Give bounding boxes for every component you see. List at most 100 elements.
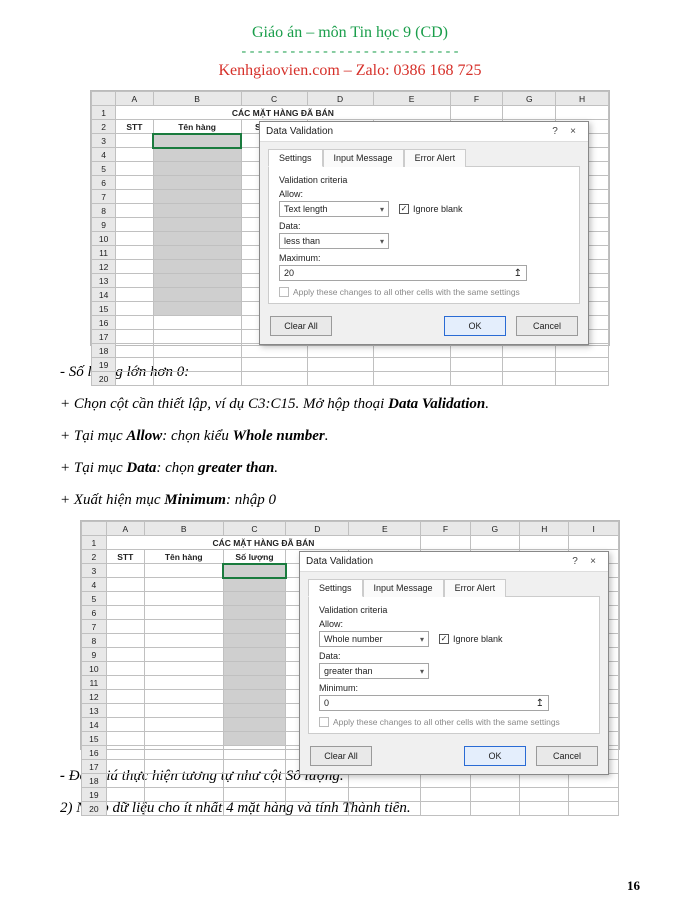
col-header[interactable]: C xyxy=(223,522,286,536)
cell-selected[interactable] xyxy=(153,260,241,274)
cell-selected[interactable] xyxy=(153,302,241,316)
col-header[interactable]: A xyxy=(116,92,153,106)
cell[interactable] xyxy=(106,788,144,802)
cell[interactable] xyxy=(153,330,241,344)
row-header[interactable]: 18 xyxy=(82,774,107,788)
cell-selected[interactable] xyxy=(223,620,286,634)
cell[interactable] xyxy=(450,372,503,386)
cell-selected[interactable] xyxy=(223,606,286,620)
cancel-button[interactable]: Cancel xyxy=(516,316,578,336)
cell[interactable] xyxy=(144,802,223,816)
cell[interactable] xyxy=(520,536,569,550)
row-header[interactable]: 19 xyxy=(92,358,116,372)
row-header[interactable]: 10 xyxy=(82,662,107,676)
col-header[interactable]: B xyxy=(144,522,223,536)
row-header[interactable]: 17 xyxy=(82,760,107,774)
cell[interactable] xyxy=(307,358,373,372)
cell[interactable] xyxy=(106,592,144,606)
row-header[interactable]: 6 xyxy=(92,176,116,190)
cell[interactable] xyxy=(556,372,609,386)
ok-button[interactable]: OK xyxy=(444,316,506,336)
row-header[interactable]: 16 xyxy=(82,746,107,760)
cell[interactable] xyxy=(153,372,241,386)
cell[interactable] xyxy=(106,760,144,774)
maximum-input[interactable]: 20 ↥ xyxy=(279,265,527,281)
close-button[interactable]: × xyxy=(584,556,602,567)
col-header[interactable]: C xyxy=(241,92,307,106)
row-header[interactable]: 20 xyxy=(82,802,107,816)
row-header[interactable]: 17 xyxy=(92,330,116,344)
cell[interactable] xyxy=(144,620,223,634)
row-header[interactable]: 13 xyxy=(82,704,107,718)
help-button[interactable]: ? xyxy=(566,556,584,567)
cell-selected[interactable] xyxy=(153,274,241,288)
cell[interactable] xyxy=(144,578,223,592)
cell[interactable] xyxy=(503,344,556,358)
row-header[interactable]: 18 xyxy=(92,344,116,358)
cell-selected[interactable] xyxy=(153,288,241,302)
cell[interactable] xyxy=(223,788,286,802)
col-header[interactable]: H xyxy=(556,92,609,106)
cell[interactable] xyxy=(569,788,619,802)
cell[interactable] xyxy=(286,774,349,788)
col-header[interactable]: D xyxy=(307,92,373,106)
cell[interactable] xyxy=(116,358,153,372)
cell-selected[interactable] xyxy=(223,662,286,676)
cell[interactable] xyxy=(470,802,519,816)
cell[interactable] xyxy=(153,316,241,330)
cell[interactable] xyxy=(223,760,286,774)
tab-error-alert[interactable]: Error Alert xyxy=(444,579,507,597)
cell[interactable] xyxy=(144,662,223,676)
cell-selected[interactable] xyxy=(153,246,241,260)
cell-header[interactable]: STT xyxy=(116,120,153,134)
close-button[interactable]: × xyxy=(564,126,582,137)
cell[interactable] xyxy=(470,788,519,802)
cell-header[interactable]: Tên hàng xyxy=(144,550,223,564)
cell[interactable] xyxy=(116,274,153,288)
cell[interactable] xyxy=(153,344,241,358)
cell-header[interactable]: STT xyxy=(106,550,144,564)
cell[interactable] xyxy=(307,344,373,358)
row-header[interactable]: 12 xyxy=(82,690,107,704)
ignore-blank-checkbox[interactable]: ✓ Ignore blank xyxy=(439,634,503,644)
cell[interactable] xyxy=(116,330,153,344)
cell[interactable] xyxy=(349,774,421,788)
row-header[interactable]: 10 xyxy=(92,232,116,246)
cell[interactable] xyxy=(556,344,609,358)
cell[interactable] xyxy=(144,690,223,704)
cell[interactable] xyxy=(503,358,556,372)
range-selector-icon[interactable]: ↥ xyxy=(536,698,544,709)
cell[interactable] xyxy=(503,106,556,120)
row-header[interactable]: 3 xyxy=(82,564,107,578)
cell[interactable] xyxy=(116,134,153,148)
row-header[interactable]: 15 xyxy=(82,732,107,746)
cell[interactable] xyxy=(106,718,144,732)
row-header[interactable]: 5 xyxy=(82,592,107,606)
row-header[interactable]: 11 xyxy=(92,246,116,260)
row-header[interactable]: 15 xyxy=(92,302,116,316)
cell[interactable] xyxy=(106,606,144,620)
cell-selected[interactable] xyxy=(153,232,241,246)
row-header[interactable]: 20 xyxy=(92,372,116,386)
cell[interactable] xyxy=(106,662,144,676)
cell[interactable] xyxy=(556,106,609,120)
row-header[interactable]: 2 xyxy=(92,120,116,134)
row-header[interactable]: 9 xyxy=(82,648,107,662)
cell[interactable] xyxy=(144,746,223,760)
row-header[interactable]: 6 xyxy=(82,606,107,620)
cell[interactable] xyxy=(116,162,153,176)
cell[interactable] xyxy=(450,358,503,372)
cancel-button[interactable]: Cancel xyxy=(536,746,598,766)
cell[interactable] xyxy=(421,774,470,788)
cell[interactable] xyxy=(421,802,470,816)
row-header[interactable]: 11 xyxy=(82,676,107,690)
cell[interactable] xyxy=(144,592,223,606)
cell[interactable] xyxy=(144,676,223,690)
data-combo[interactable]: greater than ▾ xyxy=(319,663,429,679)
row-header[interactable]: 8 xyxy=(92,204,116,218)
cell[interactable] xyxy=(241,344,307,358)
cell[interactable] xyxy=(144,564,223,578)
cell[interactable] xyxy=(349,788,421,802)
cell-selected[interactable] xyxy=(223,578,286,592)
cell[interactable] xyxy=(520,788,569,802)
